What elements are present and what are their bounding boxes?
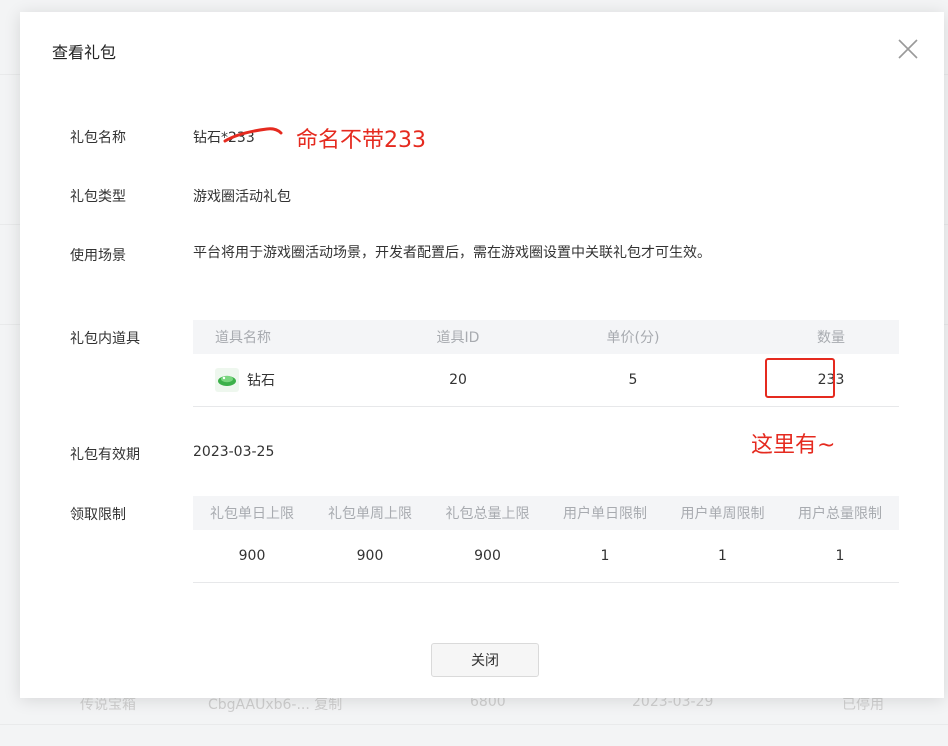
usage-scene-label: 使用场景 bbox=[70, 248, 126, 264]
gift-pack-dialog: 查看礼包 礼包名称 钻石*233 命名不带233 礼包类型 游戏圈活动礼包 使用… bbox=[20, 12, 944, 698]
table-row: 钻石 20 5 233 bbox=[193, 354, 899, 407]
item-name-cell: 钻石 bbox=[193, 354, 413, 407]
validity-value: 2023-03-25 bbox=[193, 444, 275, 460]
item-price: 5 bbox=[503, 354, 763, 407]
limits-label: 领取限制 bbox=[70, 507, 126, 523]
limits-header: 用户单日限制 bbox=[546, 496, 664, 530]
gem-icon bbox=[215, 368, 239, 392]
annotation-qty-note: 这里有~ bbox=[751, 433, 836, 458]
items-header-qty: 数量 bbox=[763, 320, 899, 354]
item-name: 钻石 bbox=[247, 373, 275, 389]
usage-scene-value: 平台将用于游戏圈活动场景，开发者配置后，需在游戏圈设置中关联礼包才可生效。 bbox=[193, 245, 711, 261]
dialog-title: 查看礼包 bbox=[52, 43, 117, 62]
close-icon[interactable] bbox=[897, 38, 919, 60]
items-header-id: 道具ID bbox=[413, 320, 503, 354]
item-qty: 233 bbox=[763, 354, 899, 407]
table-row: 900 900 900 1 1 1 bbox=[193, 530, 899, 583]
gift-type-value: 游戏圈活动礼包 bbox=[193, 189, 291, 205]
limit-value: 900 bbox=[193, 530, 311, 583]
limits-header: 礼包总量上限 bbox=[429, 496, 546, 530]
annotation-name-note: 命名不带233 bbox=[296, 128, 426, 153]
items-header-name: 道具名称 bbox=[193, 320, 413, 354]
gift-name-label: 礼包名称 bbox=[70, 130, 126, 146]
items-label: 礼包内道具 bbox=[70, 331, 140, 347]
limits-table: 礼包单日上限 礼包单周上限 礼包总量上限 用户单日限制 用户单周限制 用户总量限… bbox=[193, 496, 899, 583]
limits-header: 礼包单周上限 bbox=[311, 496, 429, 530]
close-button[interactable]: 关闭 bbox=[431, 643, 539, 677]
limit-value: 1 bbox=[781, 530, 899, 583]
limits-header: 用户单周限制 bbox=[664, 496, 781, 530]
limits-header: 礼包单日上限 bbox=[193, 496, 311, 530]
validity-label: 礼包有效期 bbox=[70, 447, 140, 463]
items-header-price: 单价(分) bbox=[503, 320, 763, 354]
item-id: 20 bbox=[413, 354, 503, 407]
gift-type-label: 礼包类型 bbox=[70, 189, 126, 205]
gift-name-value: 钻石*233 bbox=[193, 130, 255, 146]
items-table: 道具名称 道具ID 单价(分) 数量 钻石 20 5 233 bbox=[193, 320, 899, 407]
limit-value: 900 bbox=[311, 530, 429, 583]
limit-value: 900 bbox=[429, 530, 546, 583]
limit-value: 1 bbox=[546, 530, 664, 583]
limit-value: 1 bbox=[664, 530, 781, 583]
limits-header: 用户总量限制 bbox=[781, 496, 899, 530]
